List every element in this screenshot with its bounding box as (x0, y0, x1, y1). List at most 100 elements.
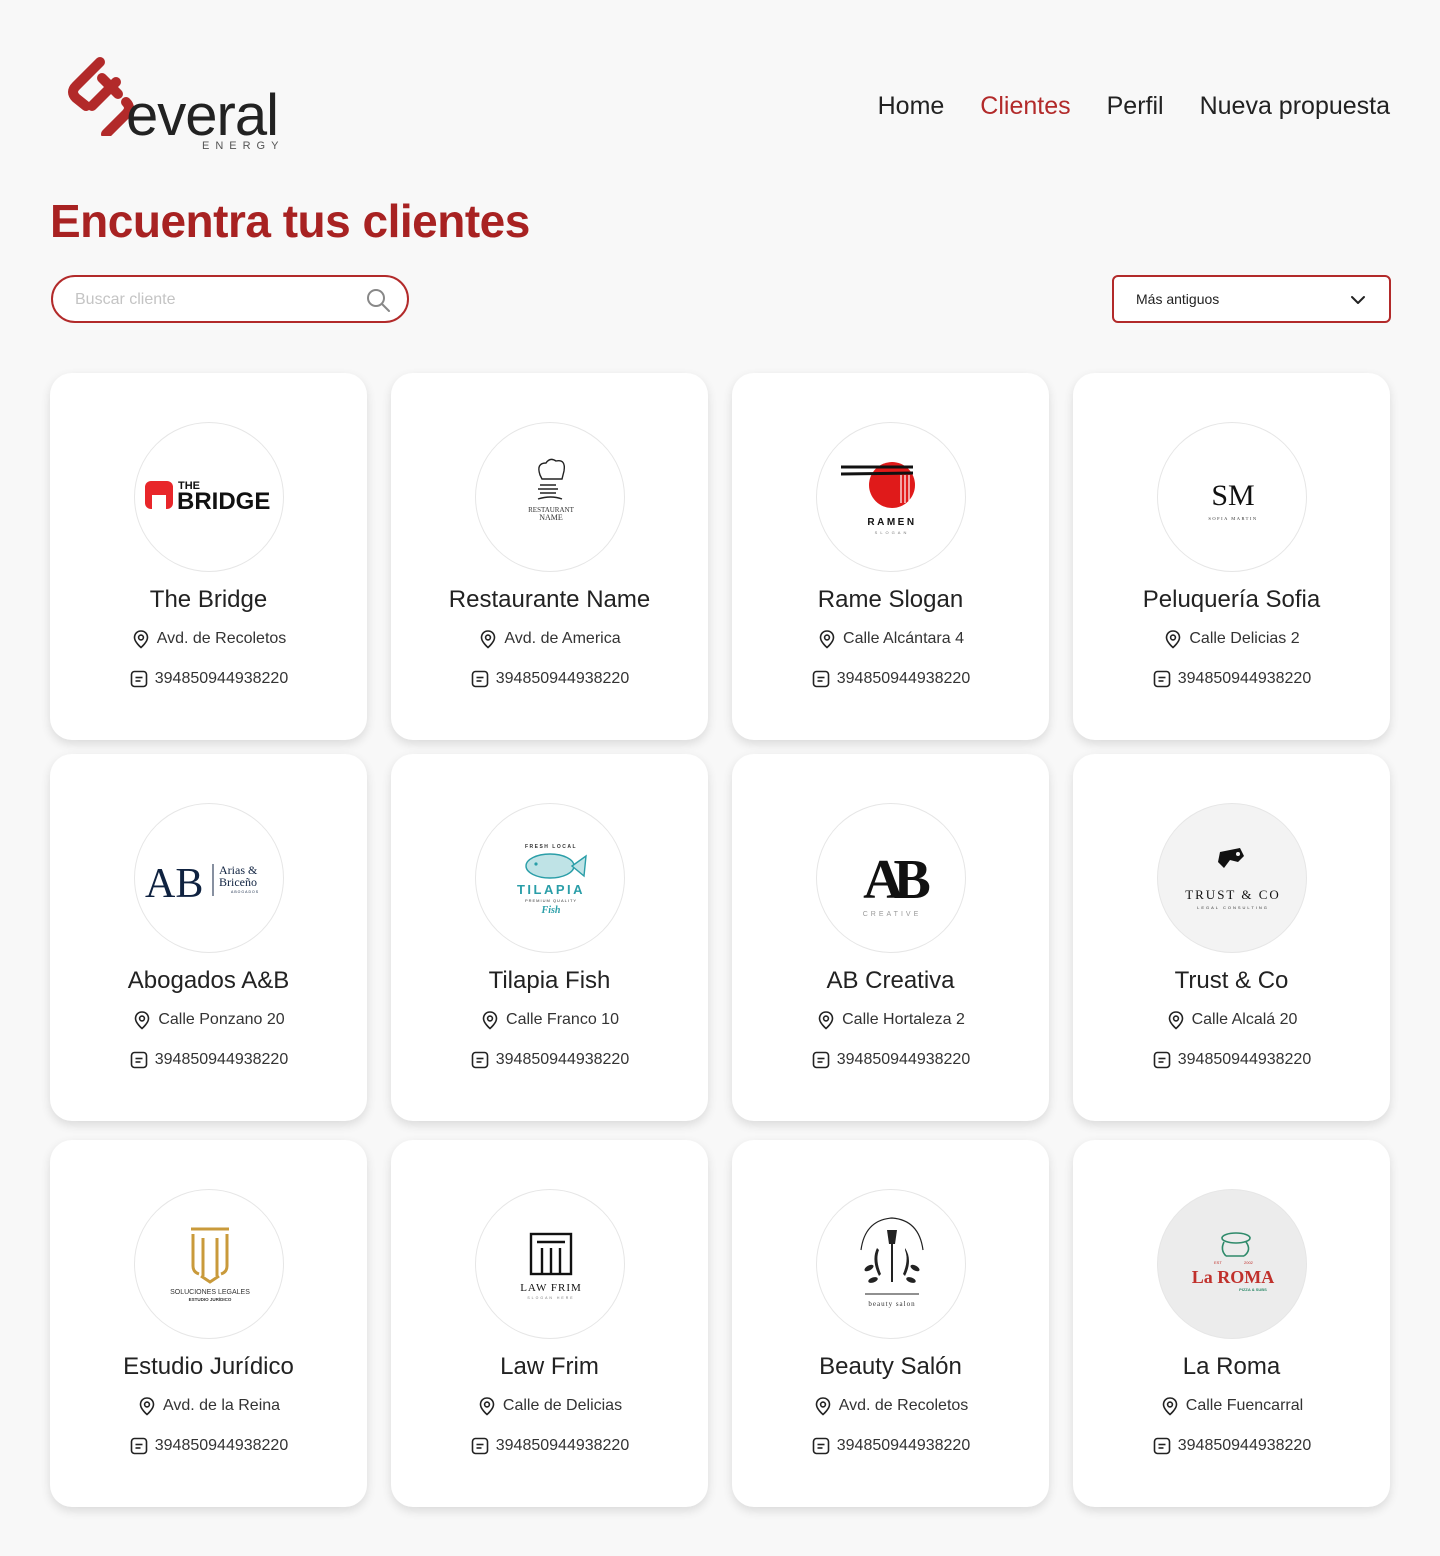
several-energy-logo[interactable]: everal ENERGY (66, 56, 286, 156)
search-box (51, 275, 409, 323)
document-icon (812, 1051, 830, 1069)
la-roma-subtitle: PIZZA & SUBS (1239, 1287, 1267, 1292)
client-address: Calle Fuencarral (1073, 1396, 1390, 1416)
location-pin-icon (818, 1011, 834, 1030)
client-id: 394850944938220 (391, 1050, 708, 1070)
sofia-martin-monogram: SM (1211, 479, 1254, 512)
client-card[interactable]: THE BRIDGE The Bridge Avd. de Recoletos … (50, 373, 367, 740)
client-card[interactable]: SOLUCIONES LEGALES ESTUDIO JURÍDICO Estu… (50, 1140, 367, 1507)
client-card[interactable]: LAW FRIM SLOGAN HERE Law Frim Calle de D… (391, 1140, 708, 1507)
client-id: 394850944938220 (50, 669, 367, 689)
client-id-text: 394850944938220 (836, 1437, 971, 1454)
client-id-text: 394850944938220 (1177, 1051, 1312, 1068)
beauty-salon-logo: beauty salon (816, 1189, 966, 1339)
soluciones-legales-title: SOLUCIONES LEGALES (170, 1289, 250, 1296)
client-id: 394850944938220 (732, 1050, 1049, 1070)
client-name: Peluquería Sofia (1142, 586, 1321, 613)
tilapia-logo-top: FRESH LOCAL (525, 844, 577, 850)
nav-perfil[interactable]: Perfil (1107, 92, 1164, 121)
client-address-text: Calle Fuencarral (1185, 1397, 1304, 1414)
client-name: Restaurante Name (448, 586, 651, 613)
client-address-text: Calle Alcalá 20 (1191, 1011, 1298, 1028)
client-card[interactable]: SM SOFIA MARTIN Peluquería Sofia Calle D… (1073, 373, 1390, 740)
client-card[interactable]: EST 2002 La ROMA PIZZA & SUBS La Roma Ca… (1073, 1140, 1390, 1507)
document-icon (1153, 1051, 1171, 1069)
client-card[interactable]: TRUST & CO LEGAL CONSULTING Trust & Co C… (1073, 754, 1390, 1121)
location-pin-icon (1166, 630, 1181, 649)
document-icon (130, 1051, 148, 1069)
client-id: 394850944938220 (1073, 669, 1390, 689)
location-pin-icon (133, 630, 149, 649)
nav-home[interactable]: Home (878, 92, 945, 121)
client-name: Law Frim (500, 1353, 599, 1380)
document-icon (471, 1051, 489, 1069)
client-address: Calle de Delicias (391, 1396, 708, 1416)
tilapia-logo: FRESH LOCAL TILAPIA PREMIUM QUALITY Fish (475, 803, 625, 953)
client-id: 394850944938220 (50, 1436, 367, 1456)
client-card[interactable]: RESTAURANT NAME Restaurante Name Avd. de… (391, 373, 708, 740)
nav-nueva-propuesta[interactable]: Nueva propuesta (1200, 92, 1390, 121)
la-roma-title: La ROMA (1192, 1267, 1275, 1287)
arias-briceno-line2: Briceño (219, 875, 257, 889)
client-id: 394850944938220 (50, 1050, 367, 1070)
ramen-logo-slogan: SLOGAN (875, 530, 910, 535)
brand-word: everal (126, 83, 279, 148)
trust-co-logo: TRUST & CO LEGAL CONSULTING (1157, 803, 1307, 953)
client-id: 394850944938220 (391, 669, 708, 689)
law-firm-title: LAW FRIM (520, 1282, 582, 1294)
brand-subtitle: ENERGY (202, 140, 285, 152)
client-address-text: Avd. de America (504, 630, 621, 647)
client-address: Calle Ponzano 20 (50, 1010, 367, 1030)
client-name: Abogados A&B (127, 967, 290, 994)
sort-select[interactable]: Más antiguos (1112, 275, 1391, 323)
client-id-text: 394850944938220 (836, 1051, 971, 1068)
location-pin-icon (481, 630, 496, 649)
client-address: Calle Franco 10 (391, 1010, 708, 1030)
location-pin-icon (1168, 1011, 1183, 1030)
client-card[interactable]: RAMEN SLOGAN Rame Slogan Calle Alcántara… (732, 373, 1049, 740)
client-id-text: 394850944938220 (154, 670, 289, 687)
client-id-text: 394850944938220 (495, 1051, 630, 1068)
ab-creative-logo: AB CREATIVE (816, 803, 966, 953)
client-address-text: Calle Franco 10 (506, 1011, 619, 1028)
soluciones-legales-logo: SOLUCIONES LEGALES ESTUDIO JURÍDICO (134, 1189, 284, 1339)
document-icon (130, 670, 148, 688)
la-roma-logo: EST 2002 La ROMA PIZZA & SUBS (1157, 1189, 1307, 1339)
client-card[interactable]: AB CREATIVE AB Creativa Calle Hortaleza … (732, 754, 1049, 1121)
la-roma-est: EST (1214, 1260, 1222, 1265)
client-address: Avd. de Recoletos (50, 629, 367, 649)
client-address-text: Calle Alcántara 4 (843, 630, 964, 647)
client-address-text: Avd. de Recoletos (838, 1397, 969, 1414)
client-address-text: Calle Ponzano 20 (158, 1011, 285, 1028)
arias-briceno-line3: ABOGADOS (231, 890, 259, 894)
document-icon (130, 1437, 148, 1455)
client-card[interactable]: FRESH LOCAL TILAPIA PREMIUM QUALITY Fish… (391, 754, 708, 1121)
client-id-text: 394850944938220 (1177, 670, 1312, 687)
client-id: 394850944938220 (732, 1436, 1049, 1456)
document-icon (812, 670, 830, 688)
client-address: Avd. de America (391, 629, 708, 649)
client-address: Calle Hortaleza 2 (732, 1010, 1049, 1030)
the-bridge-logo: THE BRIDGE (134, 422, 284, 572)
client-address: Avd. de la Reina (50, 1396, 367, 1416)
arias-briceno-logo: AB Arias & Briceño ABOGADOS (134, 803, 284, 953)
trust-co-tagline: LEGAL CONSULTING (1197, 905, 1269, 910)
location-pin-icon (479, 1397, 495, 1416)
main-nav: Home Clientes Perfil Nueva propuesta (878, 92, 1390, 121)
client-card[interactable]: AB Arias & Briceño ABOGADOS Abogados A&B… (50, 754, 367, 1121)
search-input[interactable] (75, 287, 355, 313)
client-address: Avd. de Recoletos (732, 1396, 1049, 1416)
client-name: Rame Slogan (817, 586, 964, 613)
the-bridge-logo-bridge: BRIDGE (177, 488, 270, 515)
client-address: Calle Alcántara 4 (732, 629, 1049, 649)
ramen-logo: RAMEN SLOGAN (816, 422, 966, 572)
client-id-text: 394850944938220 (495, 670, 630, 687)
client-card[interactable]: beauty salon Beauty Salón Avd. de Recole… (732, 1140, 1049, 1507)
client-name: Trust & Co (1174, 967, 1289, 994)
client-address-text: Calle Delicias 2 (1189, 630, 1300, 647)
header: everal ENERGY Home Clientes Perfil Nueva… (0, 0, 1440, 170)
client-name: Tilapia Fish (488, 967, 611, 994)
sofia-martin-name: SOFIA MARTIN (1208, 516, 1257, 521)
search-icon[interactable] (365, 287, 391, 313)
nav-clientes[interactable]: Clientes (980, 92, 1070, 121)
